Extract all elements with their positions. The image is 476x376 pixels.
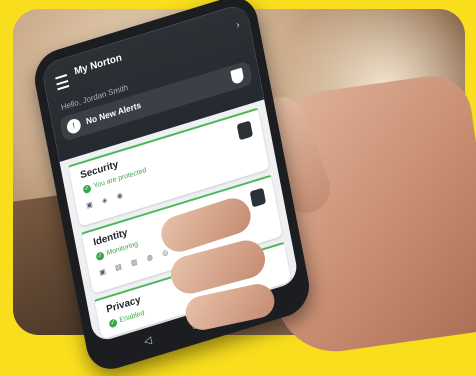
check-icon: ✓ — [108, 318, 118, 329]
menu-icon[interactable] — [55, 74, 70, 91]
security-feature-icons: ▣ ◈ ◉ — [85, 190, 128, 211]
lock-icon — [236, 120, 254, 141]
check-icon: ✓ — [82, 183, 92, 195]
alerts-label: No New Alerts — [85, 99, 142, 127]
shield-icon — [230, 67, 245, 85]
check-icon: ✓ — [95, 251, 105, 262]
back-icon[interactable]: ◁ — [143, 335, 152, 348]
alert-icon: ! — [65, 117, 82, 136]
chevron-right-icon[interactable]: › — [235, 19, 240, 31]
id-icon — [249, 187, 267, 208]
app-title: My Norton — [73, 52, 123, 78]
